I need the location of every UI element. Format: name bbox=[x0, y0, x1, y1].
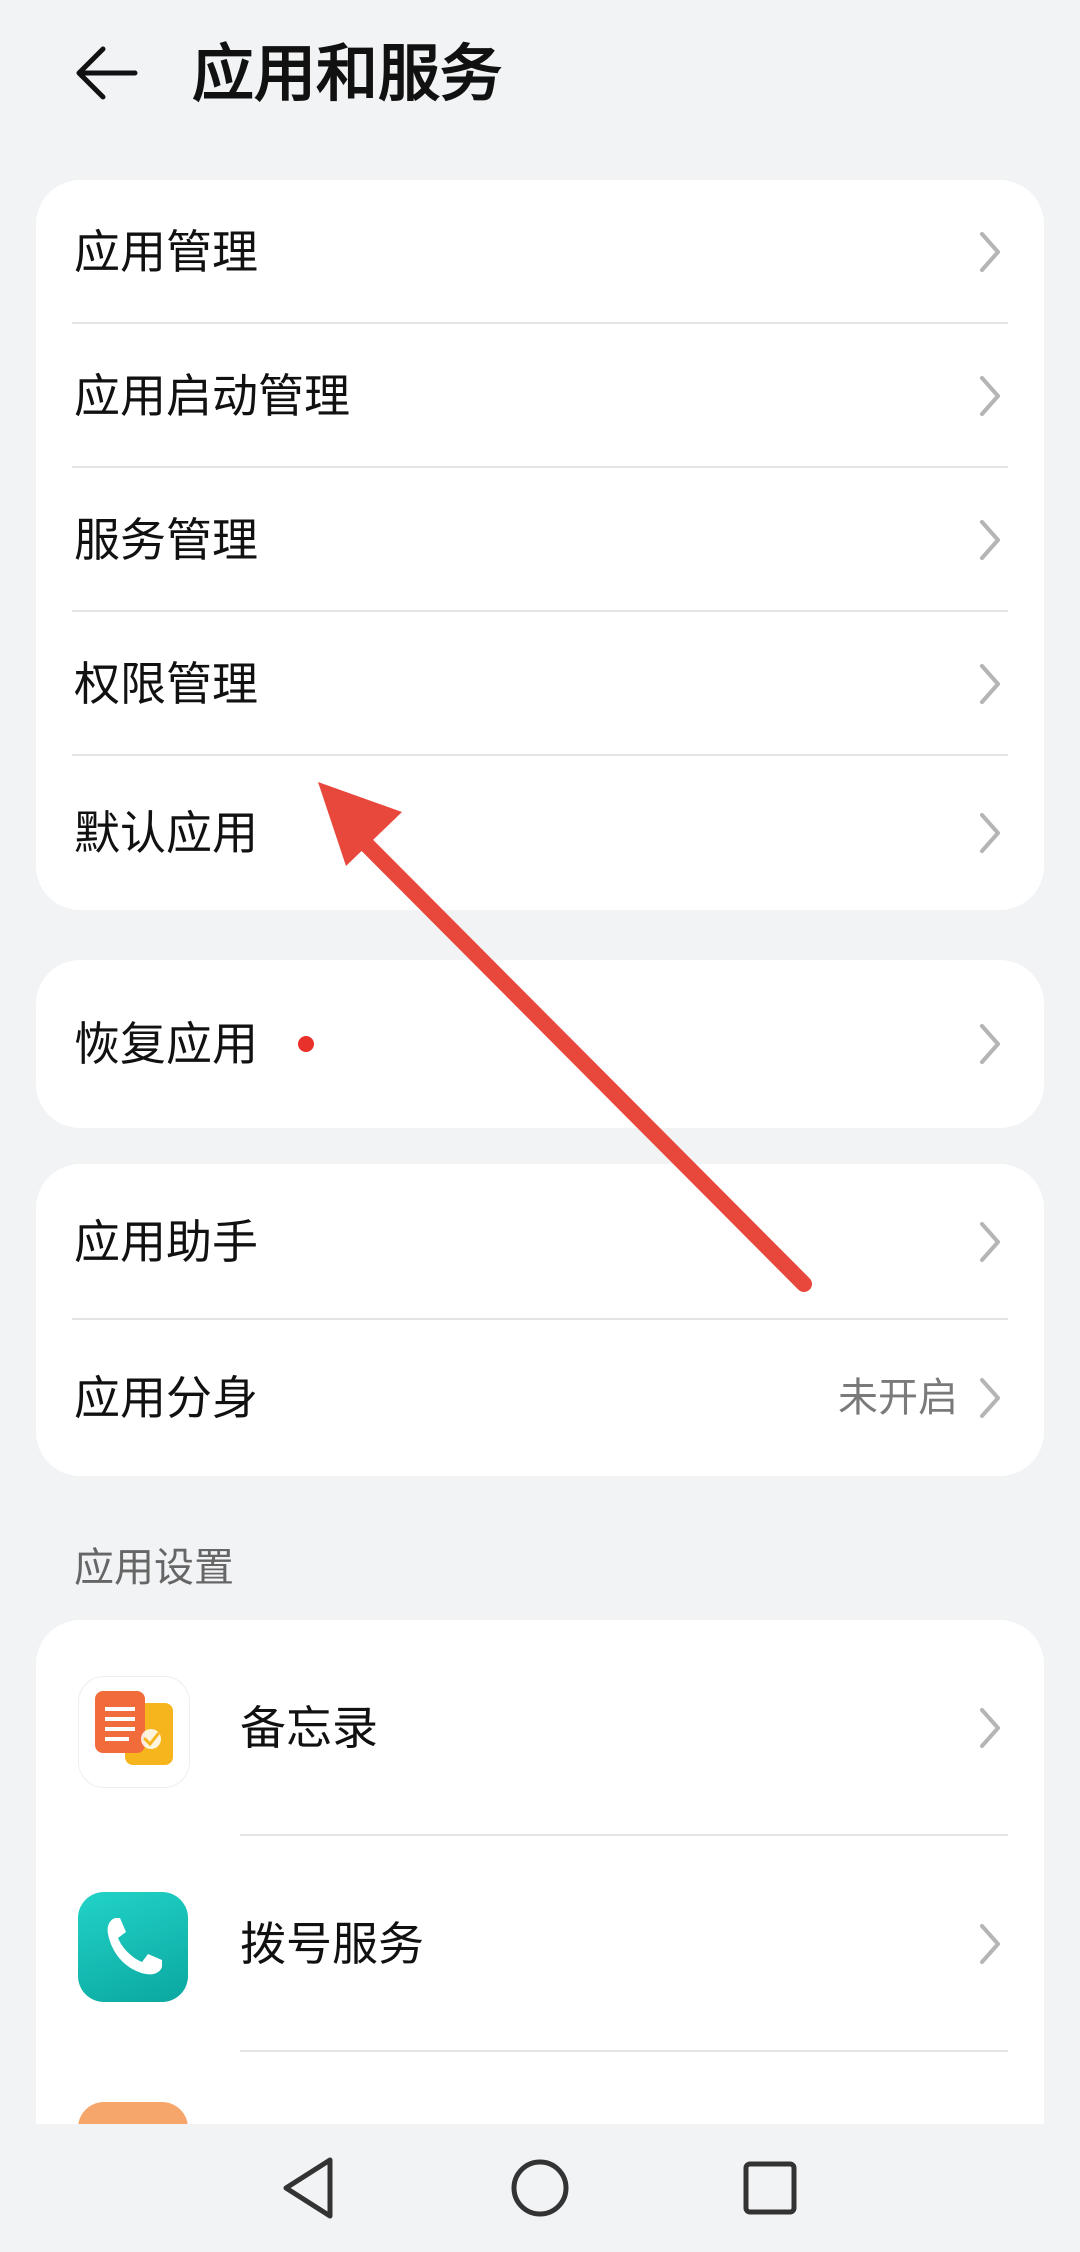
notification-dot bbox=[298, 1036, 314, 1052]
chevron-right-icon bbox=[980, 1024, 1000, 1064]
menu-item-restore-apps[interactable]: 恢复应用 bbox=[36, 960, 1044, 1128]
chevron-right-icon bbox=[980, 1222, 1000, 1262]
chevron-right-icon bbox=[980, 1378, 1000, 1418]
menu-item-label: 服务管理 bbox=[74, 513, 258, 567]
chevron-right-icon bbox=[980, 1924, 1000, 1964]
notes-app-icon bbox=[78, 1676, 190, 1788]
home-circle-icon[interactable] bbox=[500, 2148, 580, 2228]
menu-item-label: 应用助手 bbox=[74, 1215, 258, 1269]
section-title-app-settings: 应用设置 bbox=[74, 1545, 234, 1591]
menu-item-service-management[interactable]: 服务管理 bbox=[36, 468, 1044, 612]
app-twin-status: 未开启 bbox=[838, 1375, 958, 1421]
header: 应用和服务 bbox=[0, 0, 1080, 150]
app-item-dialer-service[interactable]: 拨号服务 bbox=[36, 1836, 1044, 2052]
recents-square-icon[interactable] bbox=[730, 2148, 810, 2228]
chevron-right-icon bbox=[980, 1708, 1000, 1748]
menu-item-app-launch-management[interactable]: 应用启动管理 bbox=[36, 324, 1044, 468]
chevron-right-icon bbox=[980, 664, 1000, 704]
app-assistant-card: 应用助手 应用分身 未开启 bbox=[36, 1164, 1044, 1476]
restore-apps-card: 恢复应用 bbox=[36, 960, 1044, 1128]
app-item-label: 备忘录 bbox=[240, 1701, 378, 1755]
back-triangle-icon[interactable] bbox=[270, 2148, 350, 2228]
menu-item-permission-management[interactable]: 权限管理 bbox=[36, 612, 1044, 756]
menu-item-label: 权限管理 bbox=[74, 657, 258, 711]
menu-item-label: 应用启动管理 bbox=[74, 369, 350, 423]
menu-item-default-apps[interactable]: 默认应用 bbox=[36, 756, 1044, 910]
menu-item-label: 应用管理 bbox=[74, 225, 258, 279]
menu-item-label: 恢复应用 bbox=[74, 1017, 258, 1071]
menu-item-app-assistant[interactable]: 应用助手 bbox=[36, 1164, 1044, 1320]
menu-item-app-twin[interactable]: 应用分身 未开启 bbox=[36, 1320, 1044, 1476]
app-management-card: 应用管理 应用启动管理 服务管理 权限管理 默认应用 bbox=[36, 180, 1044, 910]
back-button[interactable] bbox=[62, 28, 152, 118]
chevron-right-icon bbox=[980, 813, 1000, 853]
menu-item-label: 应用分身 bbox=[74, 1371, 258, 1425]
app-item-label: 拨号服务 bbox=[240, 1917, 424, 1971]
chevron-right-icon bbox=[980, 232, 1000, 272]
menu-item-label: 默认应用 bbox=[74, 806, 258, 860]
menu-item-app-management[interactable]: 应用管理 bbox=[36, 180, 1044, 324]
chevron-right-icon bbox=[980, 376, 1000, 416]
app-item-notes[interactable]: 备忘录 bbox=[36, 1620, 1044, 1836]
chevron-right-icon bbox=[980, 520, 1000, 560]
system-nav-bar bbox=[0, 2124, 1080, 2252]
arrow-left-icon bbox=[76, 46, 138, 100]
page-title: 应用和服务 bbox=[192, 37, 503, 110]
phone-app-icon bbox=[78, 1892, 188, 2002]
app-services-page: 应用和服务 应用管理 应用启动管理 服务管理 权限管理 默认应用 恢复应用 应用… bbox=[0, 0, 1080, 2252]
